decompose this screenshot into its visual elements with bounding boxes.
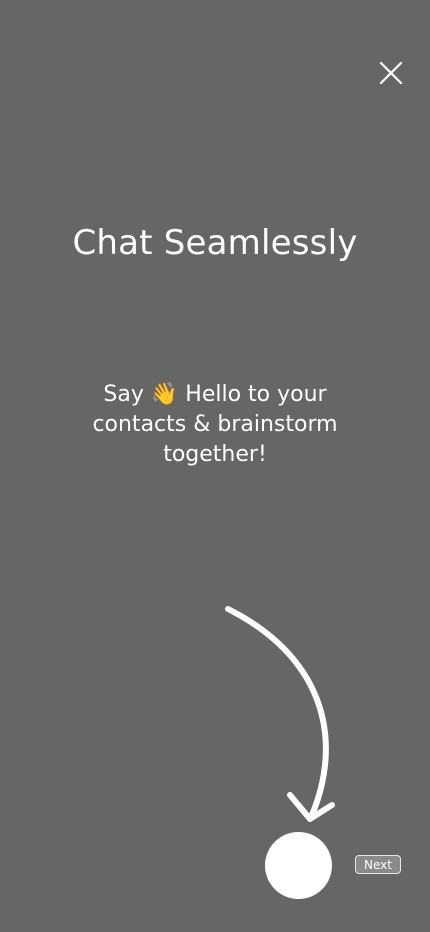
primary-action-button[interactable] xyxy=(265,832,332,899)
close-icon xyxy=(379,61,403,85)
waving-hand-icon: 👋 xyxy=(150,382,179,407)
close-button[interactable] xyxy=(371,53,411,93)
page-title: Chat Seamlessly xyxy=(72,223,358,263)
onboarding-description: Say 👋 Hello to your contacts & brainstor… xyxy=(65,380,365,470)
onboarding-screen: Chat Seamlessly Say 👋 Hello to your cont… xyxy=(0,0,430,932)
subtitle-prefix: Say xyxy=(103,382,151,407)
curved-arrow-down-icon xyxy=(225,606,335,822)
next-button[interactable]: Next xyxy=(355,855,401,874)
